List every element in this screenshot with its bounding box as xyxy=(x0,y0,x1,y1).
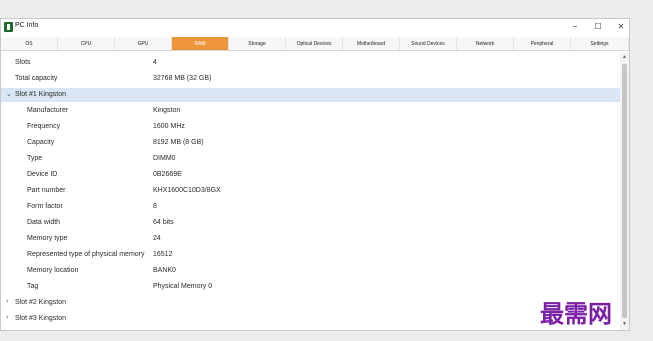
property-row: Manufacturer Kingston xyxy=(1,104,620,118)
tab-ram[interactable]: RAM xyxy=(172,37,229,50)
property-row: Frequency 1600 MHz xyxy=(1,120,620,134)
property-value: KHX1600C10D3/8GX xyxy=(153,187,221,194)
summary-row-slots: Slots 4 xyxy=(1,56,620,70)
ram-details-tree: Slots 4 Total capacity 32768 MB (32 GB) … xyxy=(1,52,620,330)
property-row: Memory location BANK0 xyxy=(1,264,620,278)
property-value: 64 bits xyxy=(153,219,174,226)
property-row: Tag Physical Memory 0 xyxy=(1,280,620,294)
tree-node-slot-2[interactable]: › Slot #2 Kingston xyxy=(1,296,620,310)
watermark-logo: 最需网 xyxy=(540,299,612,328)
property-label: Manufacturer xyxy=(27,107,69,114)
tab-label: Storage xyxy=(248,40,266,47)
property-value: BANK0 xyxy=(153,267,176,274)
property-value: DIMM0 xyxy=(153,155,176,162)
scroll-thumb[interactable] xyxy=(622,64,627,318)
property-label: Capacity xyxy=(27,139,55,146)
row-value: 32768 MB (32 GB) xyxy=(153,75,212,82)
property-value: 8192 MB (8 GB) xyxy=(153,139,204,146)
vertical-scrollbar[interactable]: ▲ ▼ xyxy=(620,52,629,330)
property-value: 8 xyxy=(153,203,157,210)
tab-label: CPU xyxy=(80,40,92,47)
property-label: Represented type of physical memory xyxy=(27,251,145,258)
property-label: Data width xyxy=(27,219,61,226)
scroll-down-icon[interactable]: ▼ xyxy=(621,321,628,328)
chevron-down-icon[interactable]: ⌄ xyxy=(6,90,12,98)
tab-cpu[interactable]: CPU xyxy=(58,37,115,50)
tab-os[interactable]: OS xyxy=(1,37,58,50)
title-bar: PC Info − ☐ ✕ xyxy=(1,19,629,37)
tree-node-slot-1[interactable]: ⌄ Slot #1 Kingston xyxy=(1,88,620,102)
row-label: Slots xyxy=(15,59,31,66)
property-label: Memory location xyxy=(27,267,79,274)
tree-node-slot-3[interactable]: › Slot #3 Kingston xyxy=(1,312,620,326)
property-row: Part number KHX1600C10D3/8GX xyxy=(1,184,620,198)
tab-label: Network xyxy=(475,40,495,47)
property-label: Frequency xyxy=(27,123,61,130)
chevron-right-icon[interactable]: › xyxy=(6,314,8,321)
tab-sound-devices[interactable]: Sound Devices xyxy=(400,37,457,50)
property-row: Memory type 24 xyxy=(1,232,620,246)
maximize-button[interactable]: ☐ xyxy=(590,21,606,33)
tab-label: RAM xyxy=(194,40,206,47)
tab-label: Settings xyxy=(590,40,609,47)
property-value: 1600 MHz xyxy=(153,123,185,130)
tab-label: Optical Devices xyxy=(296,40,332,47)
property-label: Part number xyxy=(27,187,66,194)
row-label: Total capacity xyxy=(15,75,58,82)
property-value: 0B2669E xyxy=(153,171,182,178)
tab-label: Peripheral xyxy=(530,40,554,47)
tab-storage[interactable]: Storage xyxy=(229,37,286,50)
tree-node-label: Slot #3 Kingston xyxy=(15,315,66,322)
property-label: Form factor xyxy=(27,203,63,210)
property-value: Kingston xyxy=(153,107,181,114)
row-value: 4 xyxy=(153,59,157,66)
property-row: Data width 64 bits xyxy=(1,216,620,230)
property-row: Capacity 8192 MB (8 GB) xyxy=(1,136,620,150)
minimize-button[interactable]: − xyxy=(567,21,583,33)
tab-label: Motherboard xyxy=(356,40,386,47)
tab-bar: OS CPU GPU RAM Storage Optical Devices M… xyxy=(1,37,629,51)
tab-label: Sound Devices xyxy=(411,40,445,47)
tab-optical-devices[interactable]: Optical Devices xyxy=(286,37,343,50)
property-label: Device ID xyxy=(27,171,58,178)
tab-label: GPU xyxy=(137,40,149,47)
tab-network[interactable]: Network xyxy=(457,37,514,50)
tab-gpu[interactable]: GPU xyxy=(115,37,172,50)
tree-node-label: Slot #1 Kingston xyxy=(15,91,66,98)
chevron-right-icon[interactable]: › xyxy=(6,298,8,305)
app-window: PC Info − ☐ ✕ OS CPU GPU RAM Storage Opt… xyxy=(0,18,630,331)
property-label: Tag xyxy=(27,283,39,290)
tab-settings[interactable]: Settings xyxy=(571,37,629,50)
window-title: PC Info xyxy=(15,22,39,29)
property-row: Represented type of physical memory 1651… xyxy=(1,248,620,262)
summary-row-total-capacity: Total capacity 32768 MB (32 GB) xyxy=(1,72,620,86)
tab-label: OS xyxy=(25,40,33,47)
property-value: 16512 xyxy=(153,251,173,258)
property-row: Form factor 8 xyxy=(1,200,620,214)
tab-peripheral[interactable]: Peripheral xyxy=(514,37,571,50)
property-label: Memory type xyxy=(27,235,68,242)
property-value: 24 xyxy=(153,235,161,242)
tree-node-label: Slot #2 Kingston xyxy=(15,299,66,306)
app-icon xyxy=(4,22,13,32)
close-button[interactable]: ✕ xyxy=(613,21,629,33)
scroll-up-icon[interactable]: ▲ xyxy=(621,54,628,61)
property-label: Type xyxy=(27,155,43,162)
property-row: Type DIMM0 xyxy=(1,152,620,166)
property-row: Device ID 0B2669E xyxy=(1,168,620,182)
property-value: Physical Memory 0 xyxy=(153,283,213,290)
tab-motherboard[interactable]: Motherboard xyxy=(343,37,400,50)
